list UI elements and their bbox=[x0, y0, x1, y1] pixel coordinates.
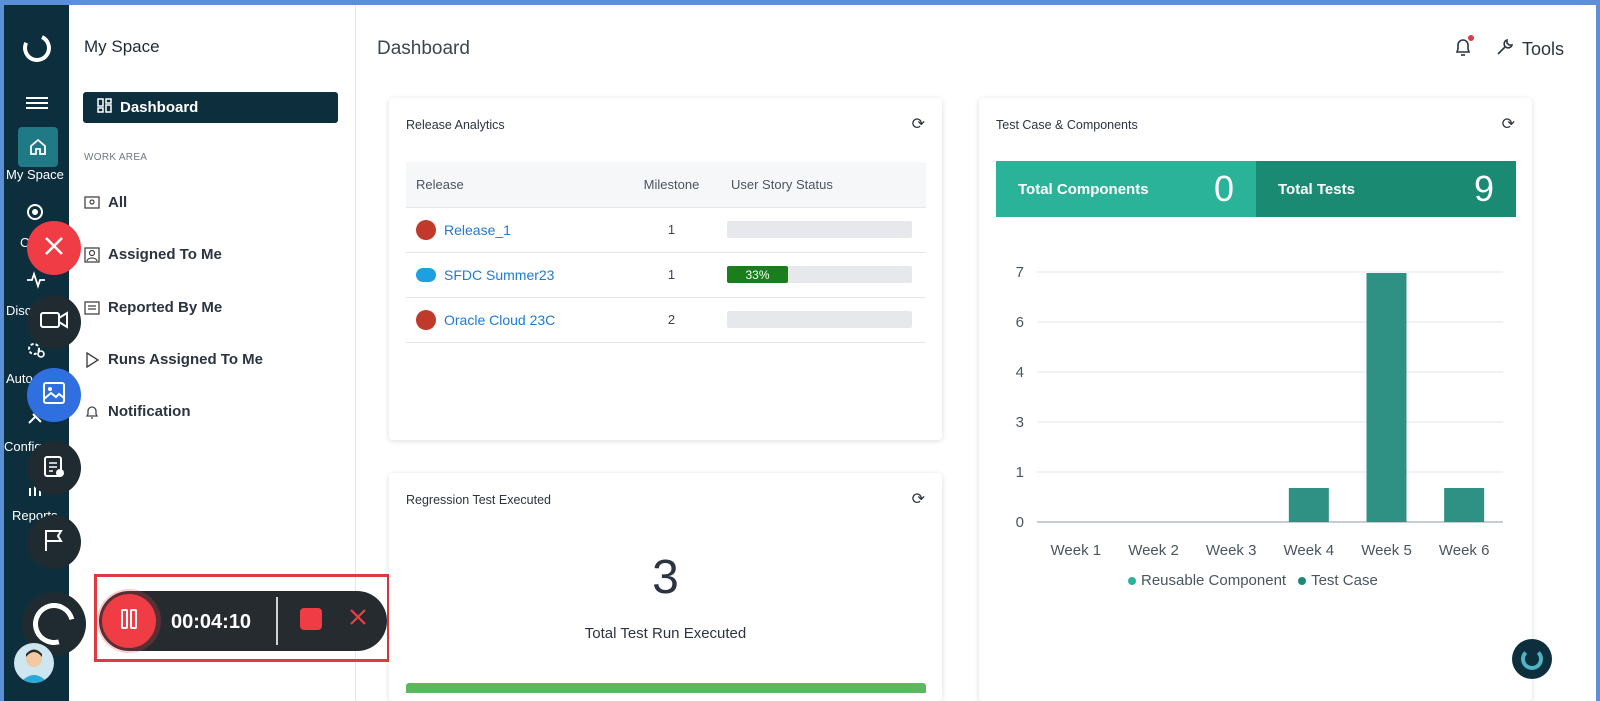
app-logo-icon[interactable] bbox=[19, 30, 55, 66]
release-link[interactable]: SFDC Summer23 bbox=[444, 267, 554, 283]
pause-icon bbox=[120, 608, 138, 635]
legend-item-test-case[interactable]: Test Case bbox=[1298, 572, 1378, 589]
clipboard-icon bbox=[43, 454, 65, 483]
table-row: SFDC Summer23 1 33% bbox=[406, 252, 926, 298]
recording-timer: 00:04:10 bbox=[171, 611, 252, 633]
help-logo-icon[interactable] bbox=[1512, 639, 1552, 679]
video-record-button[interactable] bbox=[27, 295, 81, 349]
status-progress-fill: 33% bbox=[727, 266, 789, 283]
discard-recording-button[interactable] bbox=[349, 605, 367, 633]
sidebar-item-notification[interactable]: Notification bbox=[83, 403, 191, 420]
salesforce-icon bbox=[416, 267, 436, 282]
release-link[interactable]: Oracle Cloud 23C bbox=[444, 312, 555, 328]
stat-label: Total Tests bbox=[1278, 180, 1355, 198]
regression-test-card: Regression Test Executed ⟳ 3 Total Test … bbox=[389, 473, 942, 701]
window-frame-right bbox=[1596, 0, 1600, 701]
recording-control-bar: 00:04:10 bbox=[99, 591, 387, 651]
notification-dot bbox=[1467, 35, 1474, 41]
target-icon[interactable] bbox=[26, 203, 44, 226]
status-progress-bar bbox=[727, 311, 912, 328]
screenshot-button[interactable] bbox=[27, 368, 81, 422]
card-title: Test Case & Components bbox=[996, 118, 1138, 132]
sidebar-item-label: Reported By Me bbox=[108, 299, 223, 316]
chart-legend: Reusable Component Test Case bbox=[1128, 572, 1378, 589]
close-icon bbox=[43, 235, 65, 262]
test-case-components-card: Test Case & Components ⟳ Total Component… bbox=[979, 98, 1532, 701]
milestone-cell: 2 bbox=[624, 297, 719, 343]
sidebar-item-label: Dashboard bbox=[120, 99, 199, 116]
clipboard-button[interactable] bbox=[27, 441, 81, 495]
stop-button[interactable] bbox=[300, 608, 322, 630]
sidebar-item-runs-assigned-to-me[interactable]: Runs Assigned To Me bbox=[83, 351, 263, 368]
sidebar-item-all[interactable]: All bbox=[83, 194, 127, 211]
assigned-icon bbox=[83, 246, 100, 263]
refresh-icon[interactable]: ⟳ bbox=[912, 114, 925, 134]
close-icon bbox=[349, 605, 367, 632]
column-header-milestone[interactable]: Milestone bbox=[624, 162, 719, 208]
image-icon bbox=[42, 381, 66, 410]
notification-bell-icon[interactable] bbox=[1454, 35, 1474, 62]
table-row: Release_1 1 bbox=[406, 207, 926, 253]
dashboard-icon bbox=[97, 98, 112, 117]
total-components-tile[interactable]: Total Components 0 bbox=[996, 161, 1256, 217]
status-progress-bar: 33% bbox=[727, 266, 912, 283]
sidebar-item-reported-by-me[interactable]: Reported By Me bbox=[83, 299, 222, 316]
pause-button[interactable] bbox=[102, 594, 156, 648]
stat-value: 0 bbox=[1213, 168, 1234, 209]
stat-value: 9 bbox=[1473, 168, 1494, 209]
milestone-cell: 1 bbox=[624, 207, 719, 253]
close-recorder-button[interactable] bbox=[27, 221, 81, 275]
avatar[interactable] bbox=[14, 643, 54, 683]
card-title: Release Analytics bbox=[406, 118, 505, 132]
sidebar-item-label: Assigned To Me bbox=[108, 246, 222, 263]
top-actions: Tools bbox=[1454, 35, 1564, 62]
regression-label: Total Test Run Executed bbox=[584, 625, 747, 642]
sidebar-item-assigned-to-me[interactable]: Assigned To Me bbox=[83, 246, 222, 263]
divider bbox=[276, 597, 278, 645]
tools-label: Tools bbox=[1521, 39, 1564, 59]
bell-icon bbox=[83, 403, 100, 420]
all-icon bbox=[83, 194, 100, 211]
regression-bar bbox=[406, 683, 926, 693]
oracle-icon bbox=[416, 219, 436, 240]
hamburger-menu-icon[interactable] bbox=[26, 97, 48, 112]
wrench-icon bbox=[1496, 38, 1514, 61]
release-table: Release Milestone User Story Status Rele… bbox=[406, 162, 926, 343]
column-header-user-story-status[interactable]: User Story Status bbox=[719, 162, 926, 208]
sidebar-item-dashboard[interactable]: Dashboard bbox=[83, 92, 338, 123]
release-analytics-card: Release Analytics ⟳ Release Milestone Us… bbox=[389, 98, 942, 440]
play-icon bbox=[83, 351, 100, 368]
stat-label: Total Components bbox=[1018, 180, 1149, 198]
total-tests-tile[interactable]: Total Tests 9 bbox=[1256, 161, 1516, 217]
sidebar-item-label: Notification bbox=[108, 403, 191, 420]
refresh-icon[interactable]: ⟳ bbox=[912, 489, 925, 509]
home-icon[interactable] bbox=[18, 127, 58, 167]
reported-icon bbox=[83, 299, 100, 316]
table-row: Oracle Cloud 23C 2 bbox=[406, 297, 926, 343]
work-area-heading: WORK AREA bbox=[84, 152, 148, 163]
regression-count: 3 bbox=[652, 551, 679, 604]
flag-icon bbox=[43, 528, 65, 557]
column-header-release[interactable]: Release bbox=[406, 162, 624, 208]
legend-item-reusable-component[interactable]: Reusable Component bbox=[1128, 572, 1286, 589]
sidebar-item-label: All bbox=[108, 194, 128, 211]
status-progress-bar bbox=[727, 221, 912, 238]
card-title: Regression Test Executed bbox=[406, 493, 551, 507]
oracle-icon bbox=[416, 309, 436, 330]
release-link[interactable]: Release_1 bbox=[444, 222, 511, 238]
rail-label-my-space[interactable]: My Space bbox=[6, 167, 69, 182]
milestone-cell: 1 bbox=[624, 252, 719, 298]
sidebar-item-label: Runs Assigned To Me bbox=[108, 351, 264, 368]
video-camera-icon bbox=[40, 310, 68, 335]
sidebar-title: My Space bbox=[84, 37, 160, 56]
page-title: Dashboard bbox=[377, 38, 470, 59]
pulse-icon[interactable] bbox=[26, 271, 46, 294]
flag-button[interactable] bbox=[27, 515, 81, 569]
refresh-icon[interactable]: ⟳ bbox=[1502, 114, 1515, 134]
tools-button[interactable]: Tools bbox=[1496, 38, 1564, 61]
